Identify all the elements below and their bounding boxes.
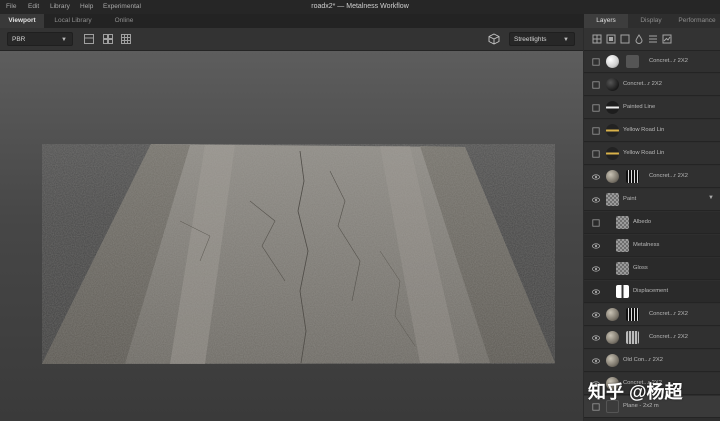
- layer-row[interactable]: Old Con...r 2X2: [584, 350, 720, 372]
- tab-online[interactable]: Online: [102, 14, 146, 28]
- layer-row[interactable]: Concret...r 2X2: [584, 74, 720, 96]
- paint-drop-icon[interactable]: [634, 34, 644, 44]
- eye-icon[interactable]: [592, 357, 600, 365]
- viewport-canvas[interactable]: [0, 51, 583, 421]
- layer-thumbnail: [616, 216, 629, 229]
- eye-icon[interactable]: [592, 288, 600, 296]
- layer-thumbnail: [606, 308, 619, 321]
- layer-name: Concret...r 2X2: [623, 81, 662, 87]
- visibility-checkbox[interactable]: [592, 150, 600, 158]
- layer-toolbar: [584, 28, 720, 51]
- quad-view-icon[interactable]: [103, 34, 113, 44]
- visibility-checkbox[interactable]: [592, 58, 600, 66]
- layer-thumbnail: [616, 262, 629, 275]
- layers-grid-icon[interactable]: [592, 34, 602, 44]
- visibility-checkbox[interactable]: [592, 219, 600, 227]
- cube-icon[interactable]: [488, 33, 500, 45]
- tab-viewport[interactable]: Viewport: [0, 14, 44, 28]
- layer-row[interactable]: Gloss: [584, 258, 720, 280]
- eye-icon[interactable]: [592, 265, 600, 273]
- mask-thumbnail: [626, 55, 639, 68]
- layer-row[interactable]: Concret...r 2X2: [584, 327, 720, 349]
- render-mode-value: PBR: [12, 36, 26, 43]
- visibility-checkbox[interactable]: [592, 81, 600, 89]
- window-title: roadx2* — Metalness Workflow: [311, 3, 409, 10]
- eye-icon[interactable]: [592, 173, 600, 181]
- layer-row[interactable]: Paint ▼: [584, 189, 720, 211]
- layer-row[interactable]: Displacement: [584, 281, 720, 303]
- layer-row[interactable]: Yellow Road Lin: [584, 143, 720, 165]
- mask-thumbnail: [626, 308, 639, 321]
- layer-name: Paint: [623, 196, 637, 202]
- tab-performance[interactable]: Performance: [674, 14, 720, 28]
- visibility-checkbox[interactable]: [592, 104, 600, 112]
- eye-icon[interactable]: [592, 196, 600, 204]
- layer-row[interactable]: Painted Line: [584, 97, 720, 119]
- layer-name: Concret...r 2X2: [649, 311, 688, 317]
- tab-layers[interactable]: Layers: [584, 14, 628, 28]
- layer-thumbnail: [606, 331, 619, 344]
- list-icon[interactable]: [648, 34, 658, 44]
- layer-name: Yellow Road Lin: [623, 127, 665, 133]
- layer-name: Albedo: [633, 219, 652, 225]
- layer-name: Yellow Road Lin: [623, 150, 665, 156]
- layer-thumbnail: [606, 147, 619, 160]
- grid-view-icon[interactable]: [121, 34, 131, 44]
- layer-thumbnail: [606, 354, 619, 367]
- layer-thumbnail: [616, 239, 629, 252]
- tab-local-library[interactable]: Local Library: [44, 14, 102, 28]
- environment-dropdown[interactable]: Streetlights ▼: [509, 32, 575, 46]
- eye-icon[interactable]: [592, 334, 600, 342]
- layer-name: Painted Line: [623, 104, 656, 110]
- layer-name: Concret...r 2X2: [649, 334, 688, 340]
- layer-row[interactable]: Concret...r 2X2: [584, 166, 720, 188]
- environment-value: Streetlights: [514, 36, 547, 43]
- image-layer-icon[interactable]: [662, 34, 672, 44]
- menu-bar: File Edit Library Help Experimental road…: [0, 0, 720, 14]
- layer-thumbnail: [616, 285, 629, 298]
- mask-thumbnail: [626, 331, 639, 344]
- layer-name: Concret...r 2X2: [649, 58, 688, 64]
- layers-panel: Layers Display Performance Concret...r 2…: [584, 14, 720, 421]
- layer-thumbnail: [606, 124, 619, 137]
- layer-thumbnail: [606, 193, 619, 206]
- square-icon[interactable]: [620, 34, 630, 44]
- chevron-down-icon: ▼: [61, 37, 67, 43]
- add-layer-icon[interactable]: [606, 34, 616, 44]
- layer-row[interactable]: Yellow Road Lin: [584, 120, 720, 142]
- expand-group-icon[interactable]: ▼: [708, 195, 714, 201]
- layer-thumbnail: [606, 78, 619, 91]
- layer-row[interactable]: Concret...r 2X2: [584, 304, 720, 326]
- road-plane-render: [42, 144, 555, 364]
- layer-name: Gloss: [633, 265, 648, 271]
- eye-icon[interactable]: [592, 311, 600, 319]
- layer-name: Metalness: [633, 242, 660, 248]
- view-tabs: Viewport Local Library Online: [0, 14, 585, 28]
- single-view-icon[interactable]: [84, 34, 94, 44]
- layer-row[interactable]: Albedo: [584, 212, 720, 234]
- layer-row[interactable]: Metalness: [584, 235, 720, 257]
- watermark: 知乎 @杨超: [588, 382, 683, 402]
- visibility-checkbox[interactable]: [592, 403, 600, 411]
- eye-icon[interactable]: [592, 242, 600, 250]
- layer-thumbnail: [606, 55, 619, 68]
- layer-thumbnail: [606, 101, 619, 114]
- chevron-down-icon: ▼: [563, 37, 569, 43]
- viewport-toolbar: PBR ▼ Streetlights ▼: [0, 28, 583, 51]
- layer-name: Displacement: [633, 288, 669, 294]
- layer-name: Old Con...r 2X2: [623, 357, 663, 363]
- tab-display[interactable]: Display: [628, 14, 674, 28]
- layer-thumbnail: [606, 170, 619, 183]
- visibility-checkbox[interactable]: [592, 127, 600, 135]
- layer-row[interactable]: Concret...r 2X2: [584, 51, 720, 73]
- render-mode-dropdown[interactable]: PBR ▼: [7, 32, 73, 46]
- mask-thumbnail: [626, 170, 639, 183]
- layer-name: Concret...r 2X2: [649, 173, 688, 179]
